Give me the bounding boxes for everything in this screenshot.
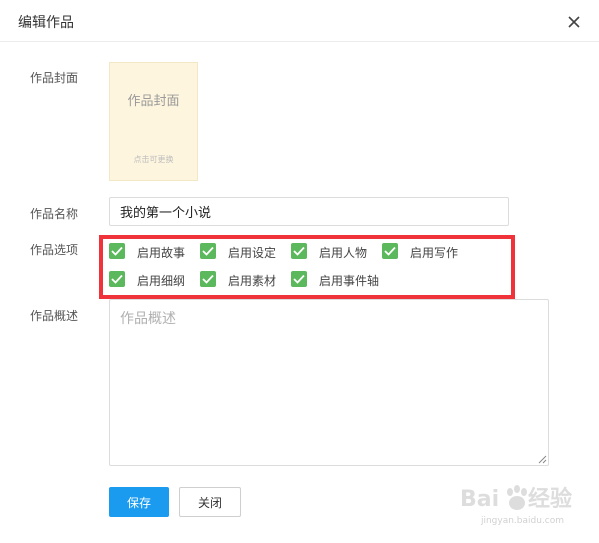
checkbox-checked-icon[interactable]: [200, 243, 216, 259]
name-label: 作品名称: [30, 207, 79, 221]
option-label: 启用写作: [410, 246, 459, 260]
cover-picker[interactable]: 作品封面 点击可更换: [109, 62, 198, 181]
svg-text:经验: 经验: [528, 486, 572, 512]
save-button[interactable]: 保存: [109, 487, 169, 517]
cover-label: 作品封面: [30, 71, 79, 85]
watermark-url: jingyan.baidu.com: [480, 516, 565, 526]
resize-grip-icon[interactable]: [538, 455, 547, 464]
checkbox-checked-icon[interactable]: [291, 271, 307, 287]
checkbox-checked-icon[interactable]: [291, 243, 307, 259]
option-label: 启用设定: [228, 246, 277, 260]
checkbox-checked-icon[interactable]: [109, 271, 125, 287]
option-label: 启用事件轴: [319, 274, 380, 288]
checkbox-checked-icon[interactable]: [109, 243, 125, 259]
checkbox-checked-icon[interactable]: [382, 243, 398, 259]
option-label: 启用人物: [319, 246, 368, 260]
baidu-logo-icon: Bai 经验: [460, 485, 572, 512]
dialog-header: 编辑作品: [0, 0, 599, 42]
cover-placeholder-title: 作品封面: [127, 94, 180, 109]
svg-text:Bai: Bai: [460, 487, 499, 512]
description-label: 作品概述: [30, 309, 79, 323]
option-label: 启用细纲: [137, 274, 186, 288]
close-icon[interactable]: [566, 14, 582, 30]
option-label: 启用素材: [228, 274, 277, 288]
work-name-input[interactable]: [109, 197, 509, 226]
description-textarea[interactable]: [109, 299, 549, 466]
baidu-jingyan-watermark: Bai 经验 jingyan.baidu.com: [460, 478, 590, 530]
cover-change-hint: 点击可更换: [133, 155, 174, 164]
dialog-title: 编辑作品: [18, 15, 74, 31]
options-label: 作品选项: [30, 243, 79, 257]
checkbox-checked-icon[interactable]: [200, 271, 216, 287]
option-label: 启用故事: [137, 246, 186, 260]
close-button[interactable]: 关闭: [179, 487, 241, 517]
edit-work-dialog: 编辑作品 作品封面 作品封面 点击可更换 作品名称 作品选项 启用故事 启用设定…: [0, 0, 599, 543]
